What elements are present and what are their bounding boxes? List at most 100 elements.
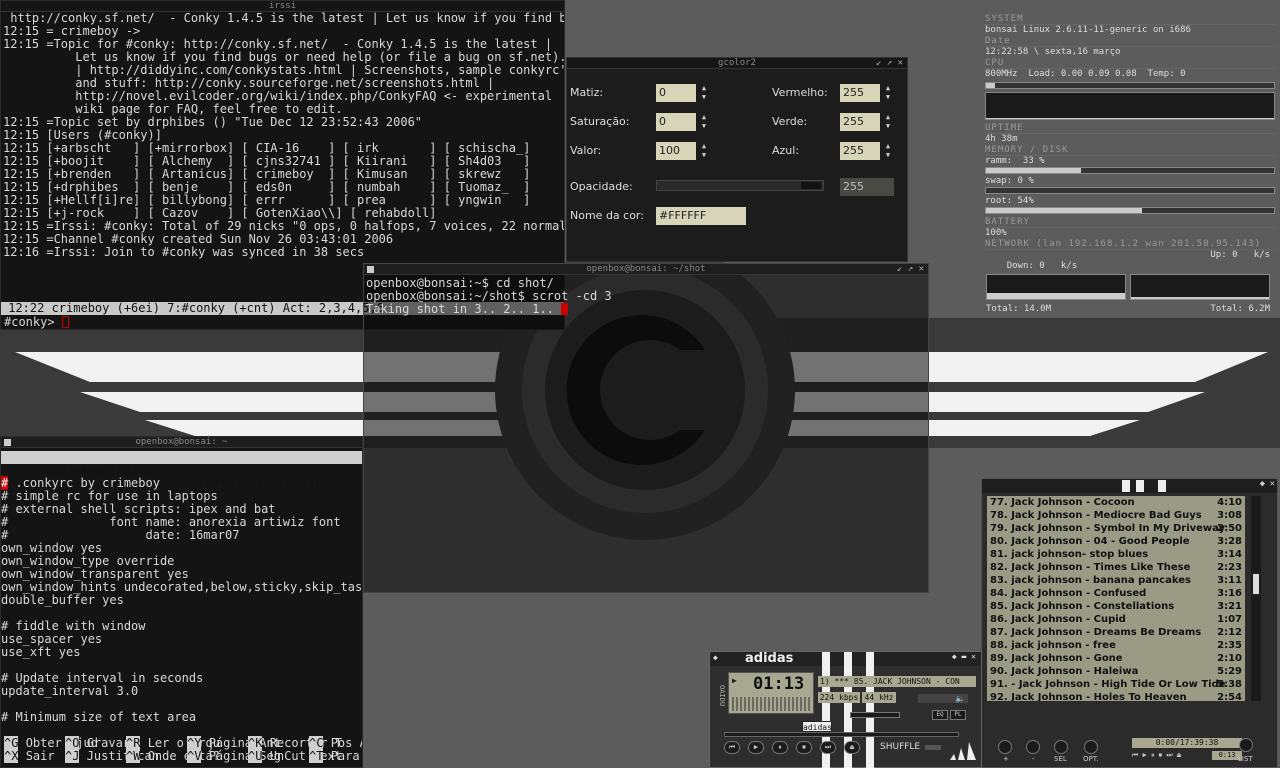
shot-terminal-window[interactable]: openbox@bonsai: ~/shot ↙ ↗ ✕ openbox@bon… bbox=[363, 263, 929, 593]
next-button[interactable]: ⏭ bbox=[820, 741, 836, 754]
valor-spin-arrows-icon[interactable]: ▲ ▼ bbox=[699, 142, 709, 160]
azul-label: Azul: bbox=[772, 144, 800, 157]
irssi-prompt: #conky> bbox=[4, 315, 62, 329]
nano-shortcut[interactable]: ^X Sair bbox=[4, 749, 55, 763]
playlist-remove-button[interactable] bbox=[1026, 740, 1040, 754]
conky-system: bonsai Linux 2.6.11-11-generic on i686 bbox=[985, 25, 1191, 35]
winamp-time: 01:13 bbox=[753, 674, 805, 694]
stop-button[interactable]: ⏹ bbox=[796, 741, 812, 754]
eq-toggle-button[interactable]: EQ bbox=[932, 710, 948, 720]
opacidade-slider-handle[interactable] bbox=[801, 182, 821, 189]
conky-memory-heading: MEMORY / DISK bbox=[985, 145, 1275, 156]
nano-shortcut-key: ^T bbox=[309, 749, 324, 763]
nano-shortcut-row: ^X Sair ^J Justifican ^W Onde está? ^V Pági… bbox=[1, 749, 362, 763]
nano-editor-area[interactable]: # .conkyrc by crimeboy# simple rc for us… bbox=[1, 476, 362, 724]
playlist-mini-controls[interactable]: ⏮ ▶ ⏸ ⏹ ⏭ ⏏ bbox=[1132, 751, 1212, 760]
opacidade-slider[interactable] bbox=[656, 180, 824, 191]
nome-cor-input[interactable]: #FFFFFF bbox=[656, 207, 746, 225]
playlist-item[interactable]: 83. jack johnson - banana pancakes 3:11 bbox=[987, 574, 1245, 587]
conky-swap: swap: 0 % bbox=[985, 176, 1034, 186]
playlist-item-duration: 2:23 bbox=[1217, 562, 1242, 573]
shuffle-toggle[interactable] bbox=[925, 745, 941, 750]
window-controls-icon[interactable]: ↙ ↗ ✕ bbox=[897, 264, 924, 275]
seek-bar[interactable] bbox=[724, 732, 959, 737]
nano-title: openbox@bonsai: ~ bbox=[135, 437, 228, 447]
vermelho-spin-arrows-icon[interactable]: ▲ ▼ bbox=[883, 84, 893, 102]
window-controls-icon[interactable]: ↙ ↗ ✕ bbox=[876, 58, 903, 69]
matiz-spin-arrows-icon[interactable]: ▲ ▼ bbox=[699, 84, 709, 102]
playlist-scroll-handle[interactable] bbox=[1253, 574, 1259, 594]
nome-cor-label: Nome da cor: bbox=[570, 209, 644, 222]
playlist-select-button[interactable] bbox=[1054, 740, 1068, 754]
winamp-playlist-window[interactable]: ◆ ✕ 77. Jack Johnson - Cocoon 4:10 78. Jac… bbox=[981, 478, 1278, 768]
playlist-item[interactable]: 77. Jack Johnson - Cocoon 4:10 bbox=[987, 496, 1245, 509]
vermelho-input[interactable]: 255 bbox=[840, 84, 880, 102]
playlist-item[interactable]: 82. Jack Johnson - Times Like These 2:23 bbox=[987, 561, 1245, 574]
playlist-item-title: 80. Jack Johnson - 04 - Good People bbox=[990, 536, 1190, 547]
playlist-item-duration: 3:08 bbox=[1217, 510, 1242, 521]
irssi-line: 12:16 =Irssi: Join to #conky was synced … bbox=[3, 245, 365, 259]
playlist-item[interactable]: 88. jack johnson - free 2:35 bbox=[987, 639, 1245, 652]
playlist-close-icon[interactable]: ✕ bbox=[1270, 479, 1275, 489]
shuffle-label[interactable]: SHUFFLE bbox=[880, 742, 920, 752]
play-button[interactable]: ▶ bbox=[748, 741, 764, 754]
saturacao-input[interactable]: 0 bbox=[656, 113, 696, 131]
gcolor2-titlebar[interactable]: gcolor2 ↙ ↗ ✕ bbox=[567, 58, 907, 69]
playlist-item[interactable]: 79. Jack Johnson - Symbol In My Driveway… bbox=[987, 522, 1245, 535]
nano-window[interactable]: openbox@bonsai: ~ GNU nano 1.3.12 Arquiv… bbox=[0, 436, 363, 768]
pause-button[interactable]: ⏸ bbox=[772, 741, 788, 754]
azul-input[interactable]: 255 bbox=[840, 142, 880, 160]
winamp-titlebar[interactable]: ◆ adidas ◆ ▬ ✕ bbox=[710, 651, 981, 768]
playlist-item[interactable]: 89. Jack Johnson - Gone 2:10 bbox=[987, 652, 1245, 665]
playlist-shade-icon[interactable]: ◆ bbox=[1260, 479, 1265, 489]
playlist-item-title: 77. Jack Johnson - Cocoon bbox=[990, 497, 1135, 508]
gcolor2-window[interactable]: gcolor2 ↙ ↗ ✕ Matiz: 0 ▲ ▼ Saturação: 0 ▲… bbox=[566, 57, 908, 262]
playlist-item[interactable]: 86. Jack Johnson - Cupid 1:07 bbox=[987, 613, 1245, 626]
playlist-item[interactable]: 91. - Jack Johnson - High Tide Or Low Ti… bbox=[987, 678, 1245, 691]
saturacao-spin-arrows-icon[interactable]: ▲ ▼ bbox=[699, 113, 709, 131]
opacidade-input[interactable]: 255 bbox=[840, 178, 894, 196]
playlist-item[interactable]: 87. Jack Johnson - Dreams Be Dreams 2:12 bbox=[987, 626, 1245, 639]
playlist-item-duration: 2:50 bbox=[1217, 523, 1242, 534]
playlist-add-button[interactable] bbox=[998, 740, 1012, 754]
playlist-item[interactable]: 92. Jack Johnson - Holes To Heaven 2:54 bbox=[987, 691, 1245, 701]
playlist-item[interactable]: 90. Jack Johnson - Haleiwa 5:29 bbox=[987, 665, 1245, 678]
matiz-input[interactable]: 0 bbox=[656, 84, 696, 102]
irssi-titlebar[interactable]: irssi bbox=[1, 1, 564, 12]
conky-system-heading: SYSTEM bbox=[985, 14, 1275, 25]
nano-shortcut-bar: ^G Obter Ajud ^O Gravar ^R Ler o Arqu ^Y Pá… bbox=[1, 736, 362, 763]
playlist-scrollbar[interactable] bbox=[1251, 496, 1261, 701]
nano-line: double_buffer yes bbox=[1, 593, 124, 607]
eject-button[interactable]: ⏏ bbox=[844, 741, 860, 754]
valor-input[interactable]: 100 bbox=[656, 142, 696, 160]
playlist-items[interactable]: 77. Jack Johnson - Cocoon 4:10 78. Jack Jo… bbox=[987, 496, 1245, 701]
balance-slider[interactable] bbox=[850, 712, 900, 718]
nano-shortcut[interactable]: ^T Para Spell bbox=[309, 749, 362, 763]
playlist-item-duration: 2:10 bbox=[1217, 653, 1242, 664]
azul-spin-arrows-icon[interactable]: ▲ ▼ bbox=[883, 142, 893, 160]
conky-date: 12:22:58 \ sexta,16 março bbox=[985, 47, 1121, 57]
playlist-list-button[interactable] bbox=[1239, 738, 1253, 752]
verde-spin-arrows-icon[interactable]: ▲ ▼ bbox=[883, 113, 893, 131]
playlist-item[interactable]: 80. Jack Johnson - 04 - Good People 3:28 bbox=[987, 535, 1245, 548]
nano-titlebar[interactable]: openbox@bonsai: ~ bbox=[1, 437, 362, 448]
winamp-menu-icon[interactable]: ◆ bbox=[713, 653, 718, 662]
irssi-input-line[interactable]: #conky> bbox=[4, 316, 69, 329]
playlist-titlebar[interactable]: ◆ ✕ bbox=[982, 479, 1277, 493]
winamp-window-buttons-icon[interactable]: ◆ ▬ ✕ bbox=[952, 652, 976, 661]
pl-toggle-button[interactable]: PL bbox=[950, 710, 966, 720]
winamp-song-ticker: 1) *** 85. JACK JOHNSON - CON bbox=[818, 676, 976, 687]
playlist-item-duration: 5:38 bbox=[1217, 679, 1242, 690]
volume-icon[interactable]: 🔈 bbox=[918, 694, 968, 703]
previous-button[interactable]: ⏮ bbox=[724, 741, 740, 754]
playlist-options-button[interactable] bbox=[1084, 740, 1098, 754]
verde-input[interactable]: 255 bbox=[840, 113, 880, 131]
playlist-item[interactable]: 78. Jack Johnson - Mediocre Bad Guys 3:08 bbox=[987, 509, 1245, 522]
playlist-item[interactable]: 81. jack johnson- stop blues 3:14 bbox=[987, 548, 1245, 561]
shot-titlebar[interactable]: openbox@bonsai: ~/shot ↙ ↗ ✕ bbox=[364, 264, 928, 275]
winamp-main-window[interactable]: ◆ adidas ◆ ▬ ✕ OAIDU ▶ 01:13 1) *** 85. … bbox=[709, 651, 982, 768]
playlist-item[interactable]: 85. Jack Johnson - Constellations 3:21 bbox=[987, 600, 1245, 613]
playlist-item[interactable]: 84. Jack Johnson - Confused 3:16 bbox=[987, 587, 1245, 600]
playlist-item-title: 82. Jack Johnson - Times Like These bbox=[990, 562, 1191, 573]
playlist-add-label: + bbox=[1003, 755, 1009, 763]
